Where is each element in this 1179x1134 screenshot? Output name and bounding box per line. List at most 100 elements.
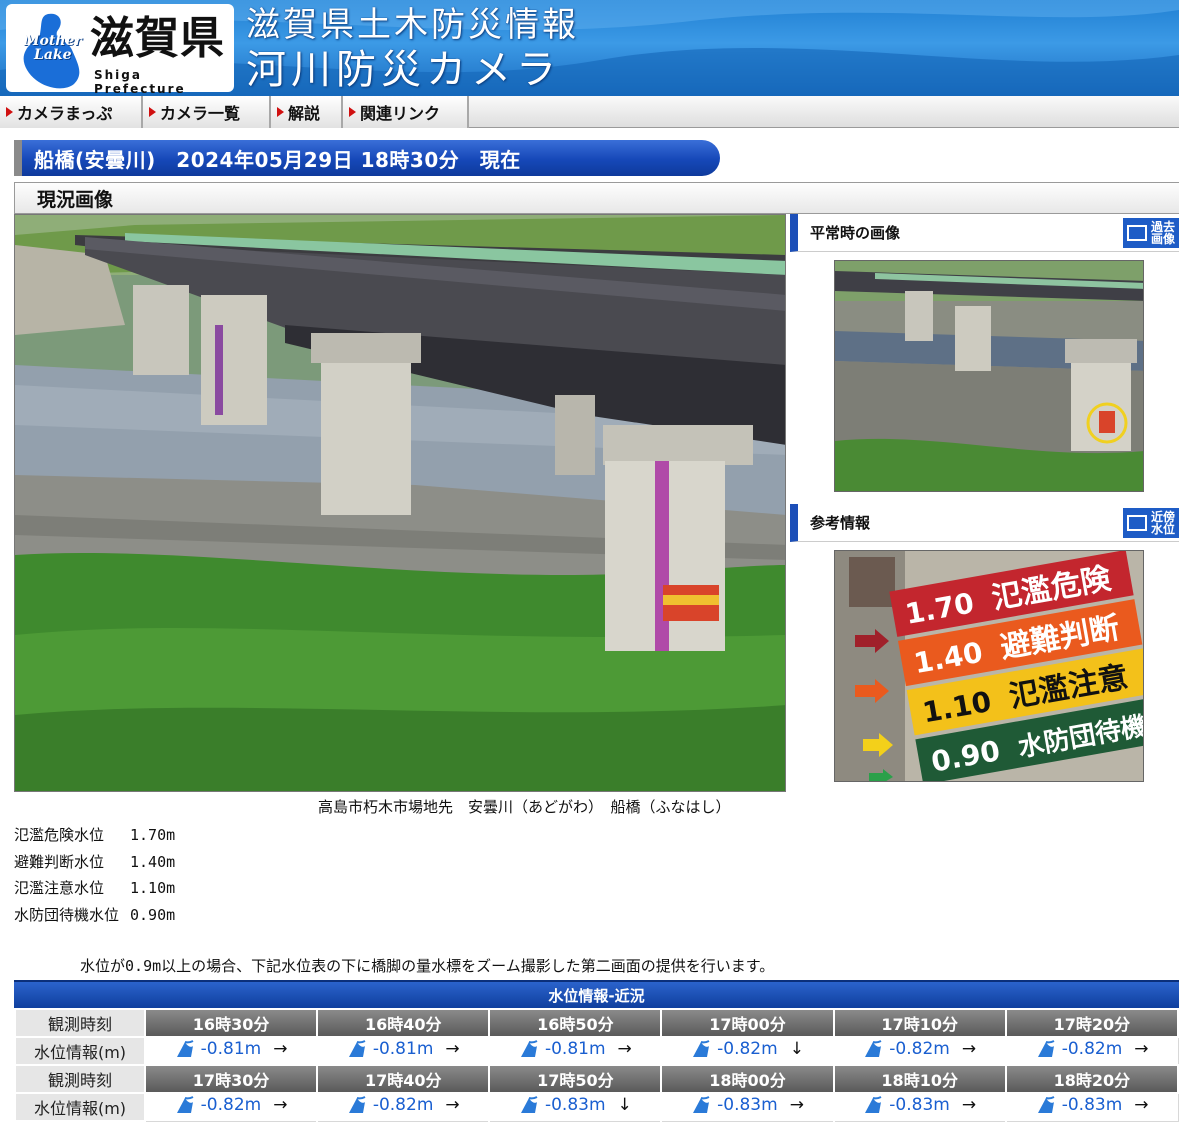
- red-triangle-icon: [349, 107, 356, 117]
- nav-label: 関連リンク: [360, 104, 441, 123]
- image-icon: [1127, 225, 1147, 241]
- water-wave-icon: [1037, 1040, 1055, 1057]
- level-row-evacuation: 避難判断水位 1.40m: [14, 849, 175, 876]
- nav-camera-list[interactable]: カメラ一覧: [143, 96, 271, 128]
- nav-label: カメラ一覧: [160, 104, 241, 123]
- camera-title-bar: 船橋(安曇川) 2024年05月29日 18時30分 現在: [14, 140, 720, 176]
- nearby-water-level-button[interactable]: 近傍 水位: [1123, 508, 1179, 538]
- water-wave-icon: [520, 1040, 538, 1057]
- red-triangle-icon: [277, 107, 284, 117]
- shiga-pref-roman: Shiga Prefecture: [94, 68, 186, 96]
- level-value: 0.90m: [130, 905, 176, 924]
- site-title-line1: 滋賀県土木防災情報: [246, 5, 579, 45]
- time-row: 観測時刻 16時30分 16時40分 16時50分 17時00分 17時10分 17時20分: [14, 1008, 1179, 1038]
- reference-info-heading: 参考情報 近傍 水位: [790, 504, 1179, 542]
- water-level-value: -0.83m: [889, 1095, 950, 1116]
- nav-label: 解説: [288, 104, 321, 123]
- observation-time: 18時10分: [832, 1064, 1007, 1094]
- normal-image-title: 平常時の画像: [810, 224, 901, 242]
- observation-time: 16時50分: [488, 1008, 663, 1038]
- level-row-caution: 氾濫注意水位 1.10m: [14, 875, 175, 902]
- nav-related-links[interactable]: 関連リンク: [343, 96, 469, 128]
- water-level-cell: -0.83m →: [1004, 1092, 1179, 1122]
- observation-time: 17時20分: [1004, 1008, 1179, 1038]
- gauge-board-photo: 1.70 氾濫危険 1.40 避難判断 1.10 氾濫注意 0.90 水防団待機: [835, 551, 1143, 781]
- shiga-pref-name: 滋賀県: [90, 13, 225, 64]
- water-wave-icon: [865, 1040, 882, 1057]
- past-images-button[interactable]: 過去 画像: [1123, 218, 1179, 248]
- trend-arrow-icon: →: [1134, 1095, 1149, 1116]
- water-level-cell: -0.82m ↓: [660, 1036, 835, 1066]
- red-triangle-icon: [6, 107, 13, 117]
- water-level-cell: -0.83m →: [660, 1092, 835, 1122]
- value-row-label: 水位情報(m): [14, 1092, 146, 1122]
- water-level-value: -0.82m: [717, 1039, 778, 1059]
- reference-info-title: 参考情報: [810, 514, 871, 532]
- shiga-logo[interactable]: Mother Lake 滋賀県 Shiga Prefecture: [6, 4, 234, 96]
- btn-label: 水位: [1151, 522, 1176, 536]
- trend-arrow-icon: →: [273, 1039, 288, 1059]
- level-name: 氾濫注意水位: [14, 879, 105, 897]
- nav-explanation[interactable]: 解説: [271, 96, 343, 128]
- level-value: 1.40m: [130, 852, 176, 871]
- time-row-label: 観測時刻: [14, 1064, 146, 1094]
- level-name: 水防団待機水位: [14, 905, 120, 924]
- water-level-value: -0.82m: [372, 1095, 434, 1116]
- note-threshold: 0.9m: [125, 957, 162, 975]
- water-level-table: 観測時刻 16時30分 16時40分 16時50分 17時00分 17時10分 17時20分…: [14, 1008, 1179, 1122]
- site-title: 滋賀県土木防災情報 河川防災カメラ: [246, 4, 579, 94]
- water-level-value: -0.81m: [544, 1039, 606, 1059]
- observation-time: 17時30分: [143, 1064, 319, 1094]
- trend-arrow-icon: →: [445, 1095, 460, 1116]
- note-text: 水位が: [80, 957, 126, 975]
- nav-camera-map[interactable]: カメラまっぷ: [0, 96, 143, 128]
- camera-location-caption: 高島市朽木市場地先 安曇川（あどがわ） 船橋（ふなはし）: [318, 798, 731, 816]
- trend-arrow-icon: →: [961, 1039, 977, 1059]
- zoom-notice: 水位が0.9m以上の場合、下記水位表の下に橋脚の量水標をズーム撮影した第二画面の…: [80, 955, 774, 976]
- site-header: Mother Lake 滋賀県 Shiga Prefecture 滋賀県土木防災…: [0, 0, 1179, 96]
- water-level-cell: -0.81m →: [316, 1036, 490, 1066]
- water-level-table-title: 水位情報-近況: [14, 980, 1179, 1008]
- water-level-value: -0.82m: [1061, 1039, 1123, 1059]
- water-level-cell: -0.82m →: [143, 1092, 318, 1122]
- value-row-label: 水位情報(m): [14, 1036, 146, 1066]
- title-bar-cap: [14, 140, 22, 176]
- nav-label: カメラまっぷ: [17, 104, 113, 123]
- water-wave-icon: [865, 1096, 882, 1114]
- level-value: 1.10m: [130, 879, 176, 897]
- level-value: 1.70m: [130, 826, 176, 844]
- water-level-value: -0.82m: [200, 1095, 262, 1116]
- water-wave-icon: [348, 1096, 366, 1114]
- water-level-value: -0.83m: [717, 1095, 778, 1116]
- camera-title: 船橋(安曇川) 2024年05月29日 18時30分 現在: [34, 147, 521, 172]
- bridge-camera-photo: [15, 215, 785, 791]
- level-row-danger: 氾濫危険水位 1.70m: [14, 822, 175, 849]
- observation-time: 18時00分: [660, 1064, 835, 1094]
- water-level-cell: -0.83m →: [832, 1092, 1007, 1122]
- trend-arrow-icon: →: [273, 1095, 288, 1116]
- water-level-cell: -0.81m →: [488, 1036, 662, 1066]
- water-wave-icon: [176, 1040, 194, 1057]
- water-level-value: -0.83m: [544, 1095, 606, 1116]
- observation-time: 16時40分: [316, 1008, 491, 1038]
- note-text: 以上の場合、下記水位表の下に橋脚の量水標をズーム撮影した第二画面の提供を行います…: [161, 957, 775, 975]
- water-wave-icon: [348, 1040, 366, 1057]
- current-image-heading: 現況画像: [14, 182, 1179, 214]
- gauge-icon: [1127, 515, 1147, 531]
- water-level-cell: -0.82m →: [1004, 1036, 1179, 1066]
- water-level-cell: -0.83m ↓: [488, 1092, 662, 1122]
- water-level-value: -0.81m: [200, 1039, 262, 1059]
- observation-time: 17時50分: [488, 1064, 663, 1094]
- trend-arrow-icon: →: [1134, 1039, 1149, 1059]
- site-title-line2: 河川防災カメラ: [246, 47, 561, 93]
- observation-time: 17時00分: [660, 1008, 835, 1038]
- level-name: 氾濫危険水位: [14, 826, 105, 844]
- water-level-value: -0.83m: [1061, 1095, 1123, 1116]
- trend-arrow-icon: →: [789, 1095, 804, 1116]
- water-level-cell: -0.81m →: [143, 1036, 318, 1066]
- normal-time-image: [834, 260, 1144, 492]
- main-nav: カメラまっぷ カメラ一覧 解説 関連リンク: [0, 96, 1179, 128]
- trend-arrow-icon: →: [445, 1039, 460, 1059]
- threshold-levels-list: 氾濫危険水位 1.70m 避難判断水位 1.40m 氾濫注意水位 1.10m 水…: [14, 822, 175, 928]
- observation-time: 17時10分: [832, 1008, 1007, 1038]
